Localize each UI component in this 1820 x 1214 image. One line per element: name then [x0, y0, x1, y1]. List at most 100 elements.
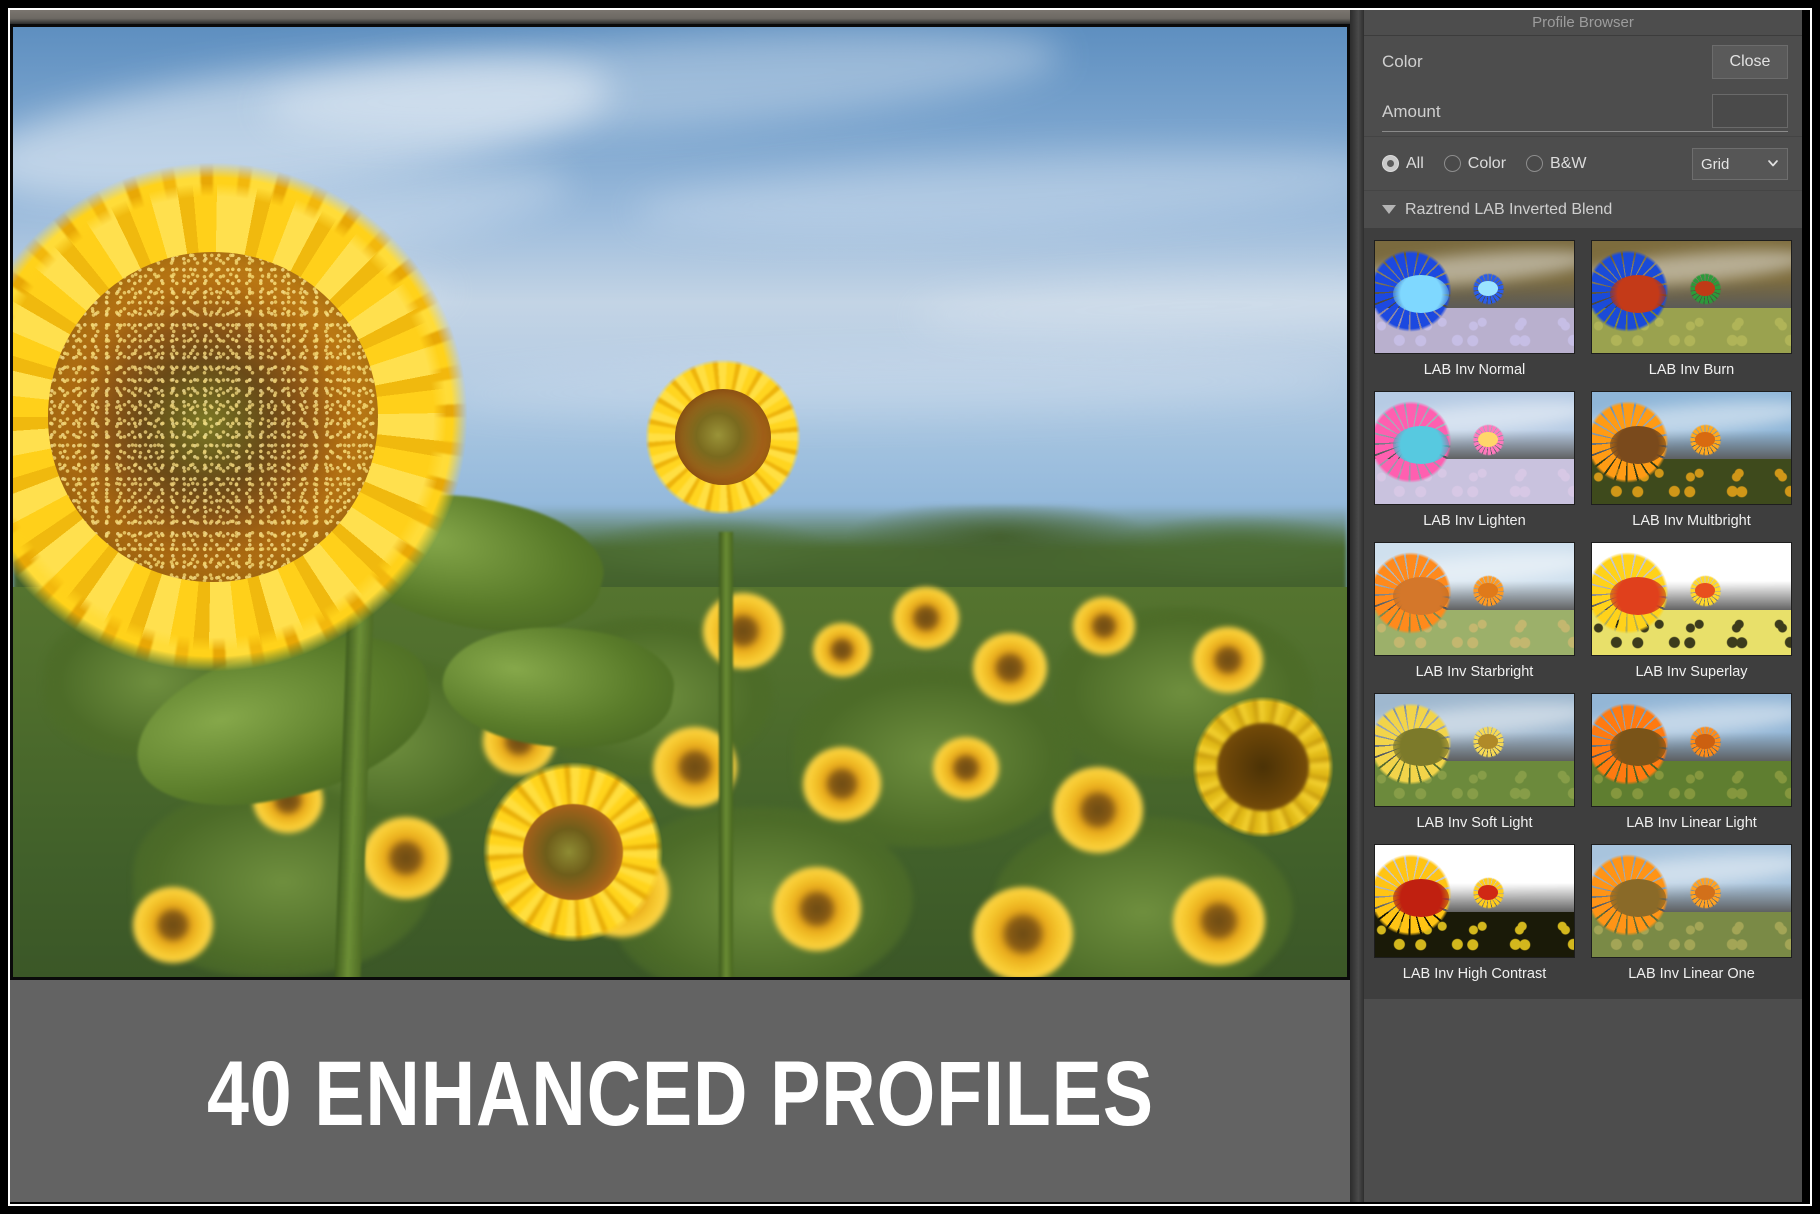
- thumb-flower-core: [1609, 576, 1666, 615]
- amount-label: Amount: [1382, 102, 1441, 121]
- profile-thumbnail-area: LAB Inv Normal LAB Inv Burn LAB Inv Lighte…: [1364, 228, 1802, 999]
- profile-thumbnail[interactable]: [1591, 844, 1792, 958]
- profile-thumbnail[interactable]: [1374, 391, 1575, 505]
- thumb-flower-core: [1392, 274, 1449, 313]
- profile-label: LAB Inv Burn: [1648, 362, 1735, 378]
- profile-item[interactable]: LAB Inv Burn: [1591, 234, 1792, 385]
- thumbnail-preview: [1375, 543, 1574, 655]
- profile-item[interactable]: LAB Inv Lighten: [1374, 385, 1575, 536]
- radio-color-label: Color: [1467, 154, 1507, 172]
- profile-label: LAB Inv Superlay: [1635, 664, 1748, 680]
- profile-thumbnail[interactable]: [1374, 542, 1575, 656]
- amount-input[interactable]: [1712, 94, 1788, 128]
- triangle-down-icon: [1382, 205, 1396, 214]
- amount-row: Amount: [1364, 88, 1802, 136]
- background-sunflower: [773, 867, 861, 951]
- profile-item[interactable]: LAB Inv High Contrast: [1374, 838, 1575, 989]
- chevron-down-icon: [1768, 160, 1778, 167]
- thumb-flower-core: [1392, 576, 1449, 615]
- profile-group-name: Raztrend LAB Inverted Blend: [1405, 200, 1613, 218]
- main-preview-area: 40 ENHANCED PROFILES: [10, 10, 1350, 1202]
- view-mode-select[interactable]: Grid: [1692, 148, 1788, 180]
- profile-group-header[interactable]: Raztrend LAB Inverted Blend: [1364, 190, 1802, 228]
- profile-label: LAB Inv Starbright: [1415, 664, 1534, 680]
- profile-thumbnail[interactable]: [1591, 693, 1792, 807]
- background-sunflower: [133, 887, 213, 963]
- profile-label: LAB Inv Soft Light: [1416, 815, 1533, 831]
- color-label: Color: [1382, 52, 1423, 71]
- radio-bw-label: B&W: [1550, 154, 1587, 172]
- profile-thumbnail[interactable]: [1374, 693, 1575, 807]
- profile-item[interactable]: LAB Inv Multbright: [1591, 385, 1792, 536]
- cloud-wisp: [31, 258, 455, 356]
- profile-item[interactable]: LAB Inv Starbright: [1374, 536, 1575, 687]
- thumbnail-preview: [1592, 392, 1791, 504]
- profile-browser-panel: Profile Browser Color Close Amount All C…: [1364, 10, 1802, 1202]
- radio-dot-icon: [1443, 155, 1461, 172]
- profile-label: LAB Inv Lighten: [1423, 513, 1526, 529]
- amount-slider-track[interactable]: [1382, 131, 1788, 132]
- radio-dot-icon: [1526, 155, 1544, 172]
- profile-thumbnail[interactable]: [1591, 240, 1792, 354]
- radio-bw[interactable]: B&W: [1526, 155, 1586, 173]
- filter-row: All Color B&W Grid: [1364, 136, 1802, 190]
- flower-disc: [523, 804, 623, 900]
- thumbnail-preview: [1375, 392, 1574, 504]
- profile-thumbnail[interactable]: [1374, 240, 1575, 354]
- profile-item[interactable]: LAB Inv Soft Light: [1374, 687, 1575, 838]
- background-sunflower: [813, 623, 871, 677]
- thumb-flower-core: [1392, 425, 1449, 464]
- app-root: 40 ENHANCED PROFILES Profile Browser Col…: [0, 0, 1820, 1214]
- cloud-wisp: [912, 267, 1347, 347]
- thumb-flower-core: [1609, 274, 1666, 313]
- thumb-flower-core: [1609, 425, 1666, 464]
- thumbnail-preview: [1592, 845, 1791, 957]
- midground-sunflower: [613, 327, 833, 547]
- background-sunflower: [1073, 597, 1135, 655]
- thumb-flower-core: [1392, 727, 1449, 766]
- background-sunflower: [933, 737, 999, 799]
- thumbnail-preview: [1592, 694, 1791, 806]
- radio-all[interactable]: All: [1382, 155, 1424, 173]
- profile-label: LAB Inv Linear One: [1628, 966, 1755, 982]
- background-sunflower: [803, 747, 881, 821]
- radio-color[interactable]: Color: [1443, 154, 1507, 173]
- background-sunflower: [703, 593, 783, 669]
- photo-frame: [10, 24, 1350, 980]
- thumbnail-preview: [1592, 241, 1791, 353]
- background-sunflower: [363, 817, 449, 899]
- profile-thumbnail[interactable]: [1591, 542, 1792, 656]
- cloud-wisp: [442, 349, 1344, 425]
- background-sunflower: [1053, 767, 1143, 853]
- flower-disc: [1217, 723, 1309, 811]
- cloud-wisp: [631, 137, 1347, 247]
- caption-band: 40 ENHANCED PROFILES: [10, 980, 1350, 1202]
- thumbnail-preview: [1592, 543, 1791, 655]
- profile-label: LAB Inv High Contrast: [1402, 966, 1547, 982]
- profile-label: LAB Inv Normal: [1423, 362, 1526, 378]
- profile-item[interactable]: LAB Inv Linear Light: [1591, 687, 1792, 838]
- flower-disc: [675, 389, 771, 485]
- profile-grid: LAB Inv Normal LAB Inv Burn LAB Inv Lighte…: [1374, 234, 1792, 989]
- profile-thumbnail[interactable]: [1591, 391, 1792, 505]
- thumb-flower-core: [1609, 727, 1666, 766]
- profile-thumbnail[interactable]: [1374, 844, 1575, 958]
- close-button[interactable]: Close: [1712, 45, 1788, 79]
- sunflower-stem: [719, 532, 733, 977]
- thumb-flower-core: [1609, 878, 1666, 917]
- profile-label: LAB Inv Multbright: [1632, 513, 1751, 529]
- profile-item[interactable]: LAB Inv Superlay: [1591, 536, 1792, 687]
- foreground-lower-sunflower: [443, 727, 703, 977]
- panel-splitter[interactable]: [1350, 10, 1364, 1202]
- panel-title: Profile Browser: [1364, 10, 1802, 36]
- page-title: 40 ENHANCED PROFILES: [206, 1043, 1154, 1145]
- profile-item[interactable]: LAB Inv Normal: [1374, 234, 1575, 385]
- background-sunflower: [1173, 877, 1265, 965]
- profile-item[interactable]: LAB Inv Linear One: [1591, 838, 1792, 989]
- background-sunflower: [973, 633, 1047, 703]
- color-row: Color Close: [1364, 36, 1802, 88]
- thumb-flower-core: [1392, 878, 1449, 917]
- blurred-sunflower-right: [1163, 667, 1347, 867]
- background-sunflower: [893, 587, 959, 649]
- preview-photo-sunflower-field[interactable]: [13, 27, 1347, 977]
